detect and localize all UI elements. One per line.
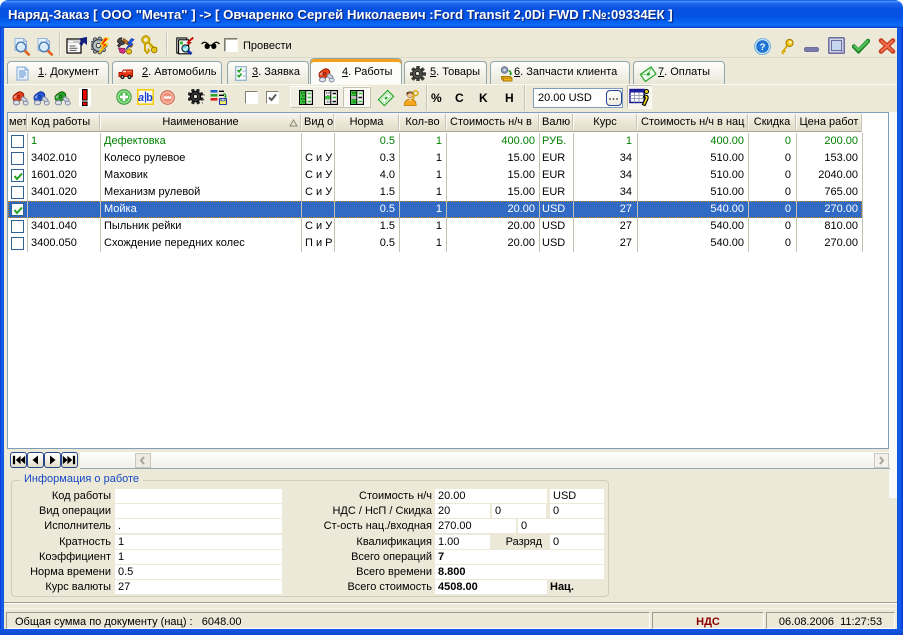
svg-text:b: b bbox=[146, 92, 153, 104]
svg-text:a: a bbox=[138, 92, 144, 104]
svg-text:?: ? bbox=[760, 42, 766, 53]
